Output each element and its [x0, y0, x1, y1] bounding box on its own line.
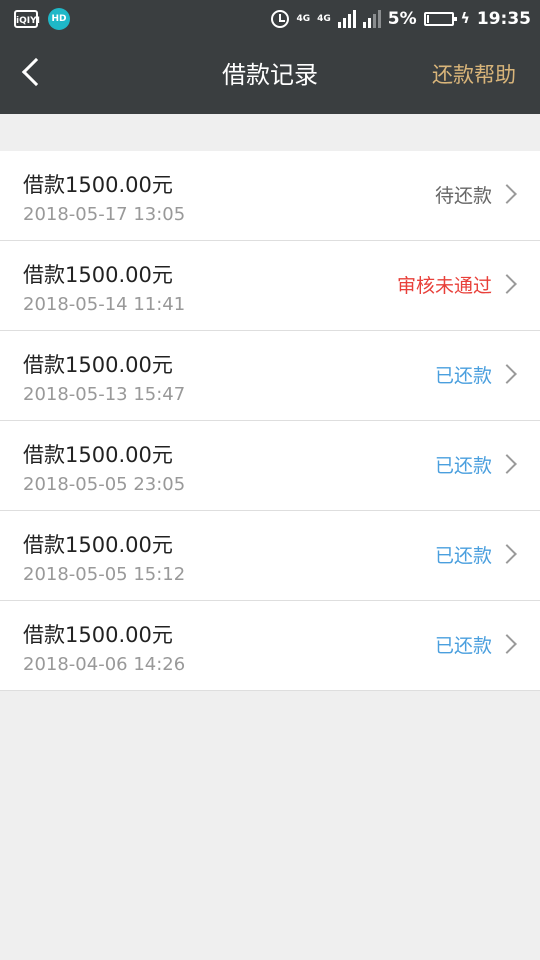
loan-amount: 借款1500.00元 — [23, 533, 173, 557]
battery-percent: 5% — [387, 9, 417, 29]
status-bar: iQIYI HD 4G 4G 5% ϟ 19:35 — [0, 0, 540, 38]
top-bar: iQIYI HD 4G 4G 5% ϟ 19:35 借款记录 还款帮助 — [0, 0, 540, 114]
loan-amount: 借款1500.00元 — [23, 263, 173, 287]
hd-icon: HD — [48, 8, 70, 30]
status-indicators: 4G 4G 5% ϟ 19:35 — [271, 7, 531, 31]
status-badge: 已还款 — [434, 545, 492, 567]
chevron-right-icon — [497, 364, 517, 384]
network-tag-1: 4G — [296, 14, 311, 24]
battery-icon — [423, 12, 457, 26]
nav-bar: 借款记录 还款帮助 — [0, 38, 540, 114]
list-item[interactable]: 借款1500.00元 2018-05-14 11:41 审核未通过 — [0, 241, 540, 331]
loan-amount: 借款1500.00元 — [23, 623, 173, 647]
loan-time: 2018-05-14 11:41 — [23, 294, 186, 315]
status-apps: iQIYI HD — [14, 8, 70, 30]
list-item[interactable]: 借款1500.00元 2018-04-06 14:26 已还款 — [0, 601, 540, 691]
alarm-icon — [271, 10, 290, 28]
status-badge: 审核未通过 — [396, 275, 492, 297]
list-item[interactable]: 借款1500.00元 2018-05-05 23:05 已还款 — [0, 421, 540, 511]
charging-icon: ϟ — [460, 11, 470, 27]
status-badge: 已还款 — [434, 455, 492, 477]
chevron-right-icon — [497, 454, 517, 474]
chevron-right-icon — [497, 274, 517, 294]
list-item[interactable]: 借款1500.00元 2018-05-17 13:05 待还款 — [0, 151, 540, 241]
signal-icon-secondary — [362, 10, 381, 28]
loan-amount: 借款1500.00元 — [23, 353, 173, 377]
loan-time: 2018-05-05 23:05 — [23, 474, 186, 495]
list-item[interactable]: 借款1500.00元 2018-05-05 15:12 已还款 — [0, 511, 540, 601]
loan-time: 2018-05-17 13:05 — [23, 204, 186, 225]
list-item[interactable]: 借款1500.00元 2018-05-13 15:47 已还款 — [0, 331, 540, 421]
clock: 19:35 — [476, 9, 531, 29]
loan-amount: 借款1500.00元 — [23, 443, 173, 467]
loan-time: 2018-04-06 14:26 — [23, 654, 186, 675]
chevron-right-icon — [497, 634, 517, 654]
loan-record-list: 借款1500.00元 2018-05-17 13:05 待还款 借款1500.0… — [0, 151, 540, 691]
loan-time: 2018-05-13 15:47 — [23, 384, 186, 405]
chevron-right-icon — [497, 544, 517, 564]
signal-icon — [337, 10, 356, 28]
chevron-right-icon — [497, 184, 517, 204]
loan-amount: 借款1500.00元 — [23, 173, 173, 197]
status-badge: 已还款 — [434, 635, 492, 657]
loan-time: 2018-05-05 15:12 — [23, 564, 186, 585]
repayment-help-link[interactable]: 还款帮助 — [432, 60, 516, 90]
network-tag-2: 4G — [317, 14, 331, 24]
iqiyi-icon: iQIYI — [14, 10, 40, 28]
status-badge: 已还款 — [434, 365, 492, 387]
status-badge: 待还款 — [434, 185, 492, 207]
